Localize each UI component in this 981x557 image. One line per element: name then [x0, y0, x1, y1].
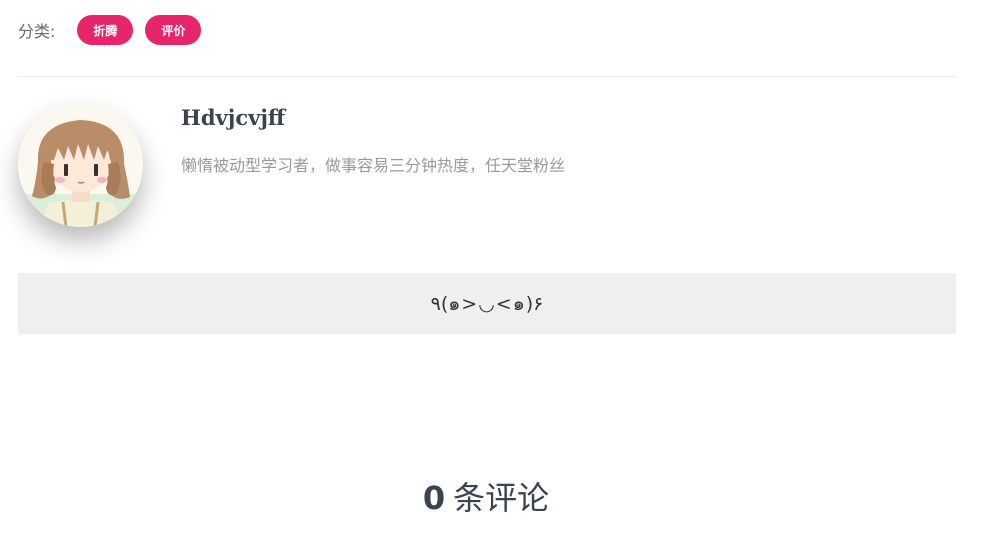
anime-girl-avatar-icon: [18, 102, 143, 227]
comment-count-number: 0: [422, 479, 446, 517]
divider: [18, 76, 956, 77]
category-tag-tinkering[interactable]: 折腾: [77, 15, 134, 45]
category-label: 分类:: [18, 22, 56, 41]
author-bio: 懒惰被动型学习者，做事容易三分钟热度，任天堂粉丝: [181, 156, 566, 175]
comment-count-label: 条评论: [453, 479, 550, 517]
category-row: 分类: 折腾 评价: [18, 14, 213, 46]
author-avatar[interactable]: [18, 102, 143, 227]
comment-count-heading: 0 条评论: [0, 476, 972, 520]
kaomoji-text: ٩(๑>◡<๑)۶: [430, 292, 544, 315]
post-footer: 分类: 折腾 评价 Hdvjcvjff 懒惰被动型学习者，做事容易三分钟热度，任…: [0, 0, 981, 557]
category-tag-review[interactable]: 评价: [145, 15, 202, 45]
kaomoji-note: ٩(๑>◡<๑)۶: [18, 273, 956, 334]
author-name[interactable]: Hdvjcvjff: [181, 104, 285, 132]
